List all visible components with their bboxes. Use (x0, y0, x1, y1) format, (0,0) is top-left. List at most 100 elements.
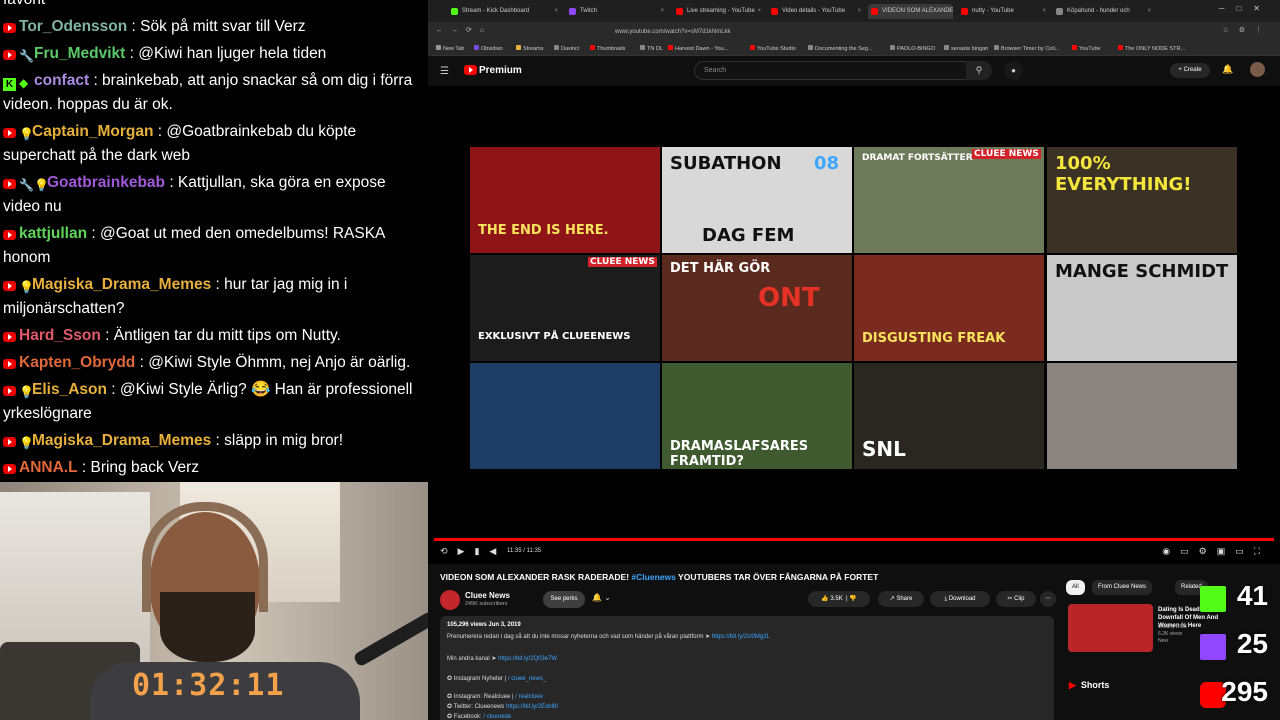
player-controls: ⟲▶▮◀ 11:35 / 11:35 ◉▭⚙▣▭⛶ (428, 542, 1280, 562)
chat-text: : Äntligen tar du mitt tips om Nutty. (105, 327, 341, 344)
bookmark-item[interactable]: New Tab (436, 45, 464, 52)
search-input[interactable]: Search (694, 61, 988, 80)
description-link[interactable]: / cluenede (483, 714, 511, 720)
extension-icons[interactable]: ☆⚙⋮ (1222, 26, 1272, 34)
bookmark-label: senaste bingan (951, 46, 989, 52)
thumbnail-title: THE END IS HERE. (478, 223, 609, 238)
chat-message: Kapten_Obrydd : @Kiwi Style Öhmm, nej An… (3, 351, 424, 375)
browser-tab[interactable]: Video details - YouTube × (768, 4, 863, 19)
description-link[interactable]: / realcluee (515, 694, 543, 700)
bookmark-item[interactable]: Documenting the Seg... (808, 45, 872, 52)
subscribe-bell-icon[interactable]: 🔔 ⌄ (592, 593, 611, 602)
end-screen-thumbnail[interactable]: DISGUSTING FREAK (854, 255, 1044, 361)
close-tab-icon[interactable]: × (947, 4, 951, 19)
browser-tab[interactable]: Stream - Kick Dashboard × (448, 4, 560, 19)
end-screen-thumbnail[interactable]: 100% EVERYTHING! (1047, 147, 1237, 253)
player-right-controls[interactable]: ◉▭⚙▣▭⛶ (1162, 546, 1270, 557)
microphone (352, 610, 428, 668)
end-screen-thumbnail[interactable]: DRAMASLAFSARES FRAMTID? (662, 363, 852, 469)
account-avatar[interactable] (1250, 62, 1265, 77)
more-actions-icon[interactable]: ⋯ (1040, 591, 1056, 607)
url-field[interactable]: www.youtube.com/watch?v=sM7d1kNmLkk (563, 25, 1163, 39)
create-button[interactable]: + Create (1170, 63, 1210, 78)
tab-label: Köpahund - hunder och (1067, 8, 1130, 14)
browser-tab[interactable]: Köpahund - hunder och × (1053, 4, 1153, 19)
end-screen-thumbnail[interactable]: SNL (854, 363, 1044, 469)
browser-tab[interactable]: nutty - YouTube × (958, 4, 1048, 19)
bookmark-item[interactable]: YouTube Studio (750, 45, 796, 52)
microphone-icon[interactable]: ● (1004, 61, 1023, 80)
shorts-icon: ▶ (1069, 680, 1076, 690)
close-tab-icon[interactable]: × (1042, 4, 1046, 19)
description-line: Prenumerera redan i dag så att du inte m… (447, 634, 770, 640)
channel-name[interactable]: Cluee News (465, 591, 510, 600)
bookmark-item[interactable]: The ONLY NODE STR... (1118, 45, 1185, 52)
close-tab-icon[interactable]: × (1147, 4, 1151, 19)
description-link[interactable]: / cluee_news_ (508, 676, 546, 682)
bookmark-item[interactable]: Thumbnails (590, 45, 625, 52)
end-screen-thumbnail[interactable]: DRAMAT FORTSÄTTER CLUEE NEWS (854, 147, 1044, 253)
close-tab-icon[interactable]: × (554, 4, 558, 19)
tab-favicon-icon (1056, 8, 1063, 15)
close-tab-icon[interactable]: × (757, 4, 761, 19)
tab-favicon-icon (676, 8, 683, 15)
recommended-meta: Destiny DSG 6.2K views New (1158, 624, 1187, 644)
player-left-controls[interactable]: ⟲▶▮◀ (440, 546, 506, 557)
description-link[interactable]: https://bit.ly/2Q03e7W (498, 656, 557, 662)
description-link[interactable]: https://bit.ly/2Exbl8I (506, 704, 558, 710)
browser-tab[interactable]: Live streaming - YouTube × (673, 4, 763, 19)
nav-buttons[interactable]: ←→⟳⌂ (436, 26, 492, 34)
bookmark-item[interactable]: PAOLO-BINGO (890, 45, 935, 52)
end-screen-thumbnail[interactable] (470, 363, 660, 469)
recommended-thumbnail[interactable] (1068, 604, 1153, 652)
hashtag-link[interactable]: #Cluenews (631, 572, 675, 582)
bookmark-icon (640, 45, 645, 50)
channel-avatar[interactable] (440, 590, 460, 610)
bookmark-item[interactable]: YouTube (1072, 45, 1101, 52)
video-progress-bar[interactable] (434, 538, 1274, 541)
end-screen-thumbnail[interactable]: SUBATHON DAG FEM 08 (662, 147, 852, 253)
views-date: 105,296 views Jun 3, 2019 (447, 622, 521, 628)
notifications-bell-icon[interactable]: 🔔 (1222, 64, 1233, 75)
end-screen-thumbnail[interactable]: EXKLUSIVT PÅ CLUEENEWS CLUEE NEWS (470, 255, 660, 361)
end-screen-thumbnail[interactable] (1047, 363, 1237, 469)
like-dislike-button[interactable]: 👍 3.5K | 👎 (808, 591, 870, 607)
see-perks-button[interactable]: See perks (543, 591, 585, 608)
search-icon[interactable]: ⚲ (966, 61, 992, 80)
bookmark-item[interactable]: senaste bingan (944, 45, 988, 52)
browser-tab[interactable]: Twitch × (566, 4, 666, 19)
bookmark-item[interactable]: Harvest Dawn - You... (668, 45, 728, 52)
download-button[interactable]: ⤓ Download (930, 591, 990, 607)
end-screen-thumbnail[interactable]: MANGE SCHMIDT (1047, 255, 1237, 361)
bookmark-icon (808, 45, 813, 50)
close-tab-icon[interactable]: × (857, 4, 861, 19)
description-link[interactable]: https://bit.ly/2U0Mg2L (712, 634, 770, 640)
bookmark-item[interactable]: Browser Timer by Coli... (994, 45, 1059, 52)
youtube-logo-icon[interactable] (464, 65, 477, 75)
filter-chip[interactable]: All (1066, 580, 1085, 595)
thumbnail-title: MANGE SCHMIDT (1055, 261, 1229, 282)
video-player[interactable]: THE END IS HERE. SUBATHON DAG FEM 08 DRAMAT … (428, 86, 1280, 564)
end-screen-thumbnail[interactable]: THE END IS HERE. (470, 147, 660, 253)
kick-badge-icon: K (3, 78, 16, 91)
filter-chip[interactable]: From Cluee News (1092, 580, 1153, 595)
end-screen-thumbnail[interactable]: DET HÄR GÖR ONT (662, 255, 852, 361)
bookmark-item[interactable]: Streams (516, 45, 543, 52)
thumbnail-subtitle: CLUEE NEWS (972, 149, 1041, 159)
bookmark-item[interactable]: Obsidian (474, 45, 503, 52)
clip-button[interactable]: ✂ Clip (996, 591, 1036, 607)
bookmark-item[interactable]: Davinci (554, 45, 579, 52)
yt-badge-icon (3, 23, 16, 33)
window-controls[interactable]: ─□✕ (1219, 4, 1272, 13)
bookmark-icon (1072, 45, 1077, 50)
bookmark-item[interactable]: TN DL (640, 45, 663, 52)
hamburger-menu-icon[interactable]: ☰ (440, 66, 450, 77)
yt-badge-icon (3, 281, 16, 291)
close-tab-icon[interactable]: × (660, 4, 664, 19)
video-description[interactable]: 105,296 views Jun 3, 2019 Prenumerera re… (440, 616, 1054, 720)
chat-username: Hard_Sson (19, 327, 101, 344)
viewer-count: 295 (1221, 676, 1268, 707)
bulb-badge-icon: 💡 (19, 280, 34, 294)
browser-tab[interactable]: VIDEON SOM ALEXANDE × (868, 4, 953, 19)
share-button[interactable]: ↗ Share (878, 591, 924, 607)
